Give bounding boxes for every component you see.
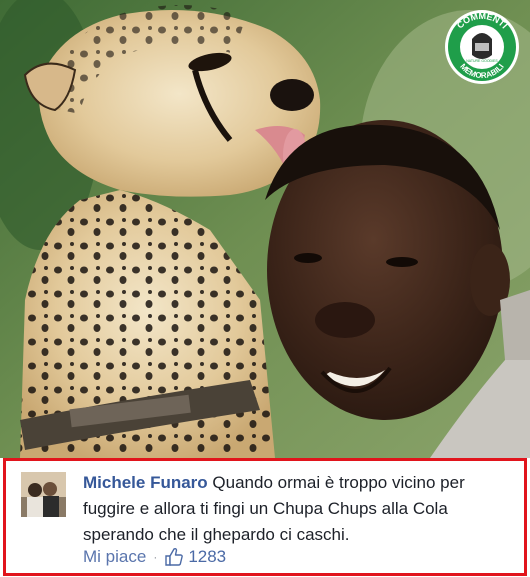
separator-dot: · (153, 550, 158, 564)
like-count[interactable]: 1283 (188, 547, 226, 567)
comment-author-link[interactable]: Michele Funaro (83, 473, 208, 492)
comment-body: Michele Funaro Quando ormai è troppo vic… (83, 470, 513, 548)
like-button[interactable]: Mi piace (83, 547, 146, 567)
avatar[interactable] (21, 472, 66, 517)
post-photo[interactable]: COMMENTI MEMORABILI NATURE GOODIES (0, 0, 530, 458)
badge-small-text: NATURE GOODIES (466, 59, 498, 63)
comment-highlight-box: Michele Funaro Quando ormai è troppo vic… (3, 458, 527, 576)
commenti-memorabili-logo: COMMENTI MEMORABILI NATURE GOODIES (444, 9, 520, 85)
thumbs-up-icon[interactable] (164, 547, 184, 567)
comment-actions: Mi piace · 1283 (83, 547, 226, 567)
